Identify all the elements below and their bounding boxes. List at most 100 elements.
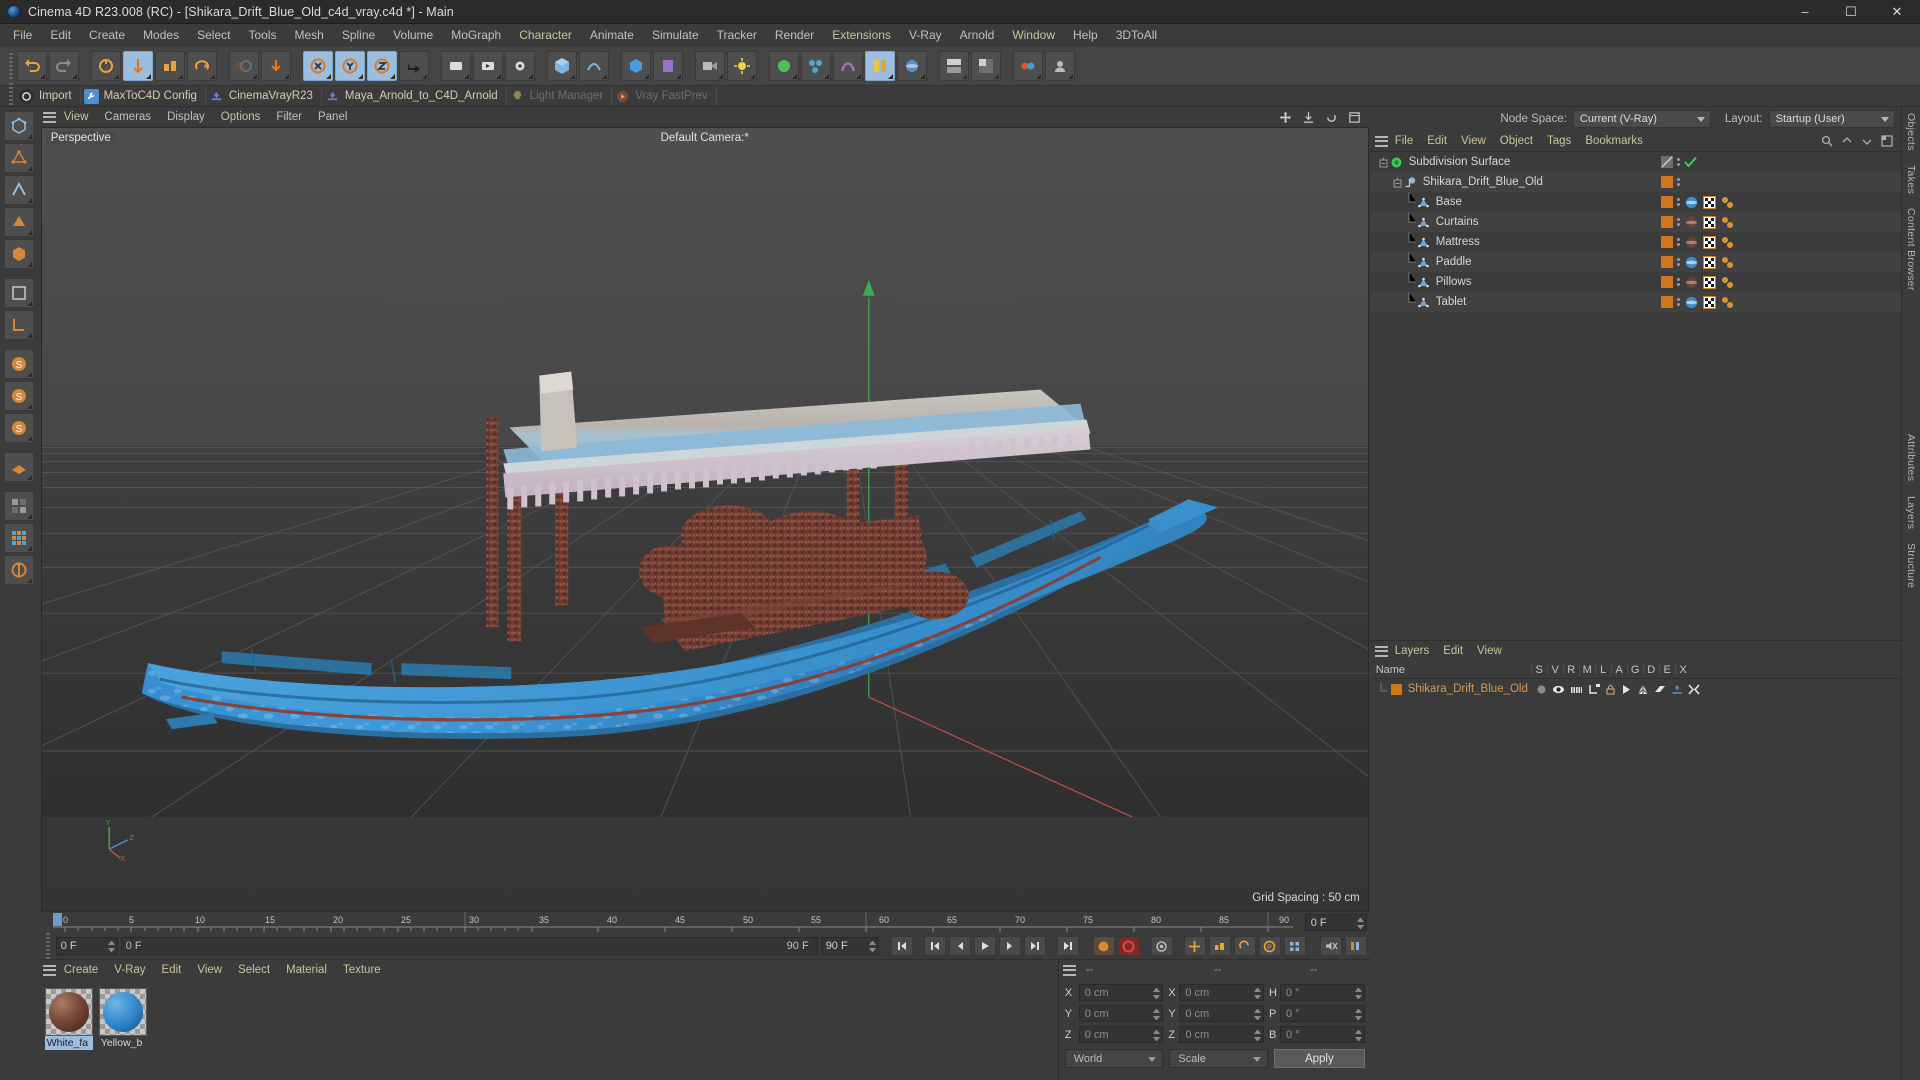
material-menu-hamburger-icon[interactable] (42, 964, 56, 976)
coordinates-menu-hamburger-icon[interactable] (1062, 964, 1076, 976)
object-menu-bookmarks[interactable]: Bookmarks (1578, 134, 1650, 148)
material-menu-select[interactable]: Select (230, 963, 278, 977)
menu-tools[interactable]: Tools (239, 26, 285, 44)
rotate-view-icon[interactable] (1325, 111, 1338, 124)
workplane-button[interactable] (4, 452, 35, 482)
scale-tool-button[interactable] (155, 50, 185, 81)
render-to-picture-viewer-button[interactable] (473, 50, 503, 81)
plugin-toolbar-drag-handle[interactable] (9, 83, 13, 109)
expand-collapse-icon[interactable] (1379, 157, 1390, 168)
axis-mode-button[interactable] (4, 310, 35, 340)
material-menu-vray[interactable]: V-Ray (106, 963, 153, 977)
undo-button[interactable] (17, 50, 47, 81)
object-row-paddle[interactable]: Paddle (1370, 252, 1901, 272)
move-down-axis-button[interactable] (261, 50, 291, 81)
menu-volume[interactable]: Volume (384, 26, 442, 44)
layout-select[interactable]: Startup (User) (1768, 110, 1895, 128)
object-menu-view[interactable]: View (1454, 134, 1493, 148)
tag-dots-icon[interactable] (1676, 258, 1680, 266)
layer-col-m[interactable]: M (1578, 663, 1595, 676)
mute-sound-button[interactable] (1319, 936, 1342, 956)
object-row-subdivision-surface[interactable]: Subdivision Surface (1370, 152, 1901, 172)
material-editor-button[interactable] (897, 50, 927, 81)
panel-splitter[interactable] (1370, 612, 1901, 640)
tag-dots-icon[interactable] (1676, 178, 1680, 186)
position-x-stepper-icon[interactable] (1153, 988, 1161, 999)
uvw-tag-icon[interactable] (1702, 215, 1716, 229)
size-y-input[interactable]: 0 cm (1179, 1005, 1265, 1022)
viewport-menu-view[interactable]: View (56, 110, 97, 124)
zoom-view-icon[interactable] (1302, 111, 1315, 124)
plugin-maxtoc4d-config[interactable]: MaxToC4D Config (81, 86, 206, 106)
current-frame-stepper-icon[interactable] (107, 941, 115, 952)
rotation-p-input[interactable]: 0 ° (1280, 1005, 1365, 1022)
material-menu-view[interactable]: View (189, 963, 230, 977)
layer-col-x[interactable]: X (1674, 663, 1691, 676)
object-row-base[interactable]: Base (1370, 192, 1901, 212)
material-tag-icon[interactable] (1684, 216, 1699, 229)
world-object-axis-button[interactable]: R (229, 50, 259, 81)
search-icon[interactable] (1821, 135, 1833, 147)
xref-icon[interactable] (1688, 683, 1700, 695)
layer-menu-edit[interactable]: Edit (1436, 644, 1470, 658)
layer-color-tag[interactable] (1660, 296, 1673, 308)
interface-scheme-button[interactable] (4, 555, 35, 585)
menu-spline[interactable]: Spline (333, 26, 384, 44)
preview-end-input[interactable]: 90 F (820, 937, 879, 955)
maximize-icon[interactable]: ☐ (1828, 0, 1874, 23)
expand-all-icon[interactable] (1841, 135, 1853, 147)
play-button[interactable] (973, 936, 996, 956)
coordinate-space-select[interactable]: World (1064, 1049, 1164, 1068)
layer-color-tag[interactable] (1660, 176, 1673, 188)
menu-character[interactable]: Character (510, 26, 581, 44)
object-menu-file[interactable]: File (1388, 134, 1421, 148)
texture-mode-button[interactable] (4, 278, 35, 308)
material-tag-icon[interactable] (1684, 196, 1699, 209)
level-of-detail-button[interactable] (1344, 936, 1367, 956)
light-object-button[interactable] (727, 50, 757, 81)
uvw-tag-icon[interactable] (1702, 275, 1716, 289)
array-generator-button[interactable] (621, 50, 651, 81)
tag-dots-icon[interactable] (1676, 298, 1680, 306)
position-x-input[interactable]: 0 cm (1078, 984, 1164, 1001)
menu-animate[interactable]: Animate (581, 26, 643, 44)
viewport-menu-options[interactable]: Options (213, 110, 269, 124)
viewport-menu-filter[interactable]: Filter (268, 110, 310, 124)
tag-dots-icon[interactable] (1676, 278, 1680, 286)
menu-edit[interactable]: Edit (41, 26, 80, 44)
position-z-input[interactable]: 0 cm (1078, 1026, 1164, 1043)
snap-workplane-button[interactable]: S (4, 413, 35, 443)
phong-tag-icon[interactable] (1720, 276, 1735, 289)
apply-button[interactable]: Apply (1274, 1049, 1365, 1068)
position-key-button[interactable] (1183, 936, 1206, 956)
layer-col-l[interactable]: L (1594, 663, 1611, 676)
layout-chooser-button[interactable] (4, 491, 35, 521)
material-preview-sphere[interactable] (98, 988, 147, 1036)
rotation-h-stepper-icon[interactable] (1354, 988, 1362, 999)
object-menu-edit[interactable]: Edit (1420, 134, 1454, 148)
deformer-button[interactable] (833, 50, 863, 81)
go-to-start-button[interactable] (890, 936, 913, 956)
material-menu-material[interactable]: Material (278, 963, 335, 977)
autokeying-button[interactable] (1117, 936, 1140, 956)
size-y-stepper-icon[interactable] (1254, 1009, 1262, 1020)
expand-collapse-icon[interactable] (1393, 177, 1404, 188)
menu-3dtoall[interactable]: 3DToAll (1107, 26, 1166, 44)
panel-options-icon[interactable] (1881, 135, 1893, 147)
tag-dots-icon[interactable] (1676, 198, 1680, 206)
rotation-h-input[interactable]: 0 ° (1280, 984, 1365, 1001)
menu-vray[interactable]: V-Ray (900, 26, 951, 44)
viewport-menu-hamburger-icon[interactable] (42, 111, 56, 123)
menu-file[interactable]: File (4, 26, 41, 44)
model-mode-button[interactable] (4, 239, 35, 269)
current-frame-input[interactable]: 0 F (55, 937, 118, 955)
node-space-select[interactable]: Current (V-Ray) (1572, 110, 1711, 128)
manager-icon[interactable] (1588, 683, 1600, 695)
generators-icon[interactable] (1637, 684, 1649, 695)
scale-key-button[interactable] (1208, 936, 1231, 956)
layer-menu-view[interactable]: View (1470, 644, 1509, 658)
material-tag-icon[interactable] (1684, 256, 1699, 269)
material-preview-sphere[interactable] (44, 988, 93, 1036)
tag-dots-icon[interactable] (1676, 218, 1680, 226)
mograph-cloner-button[interactable] (801, 50, 831, 81)
